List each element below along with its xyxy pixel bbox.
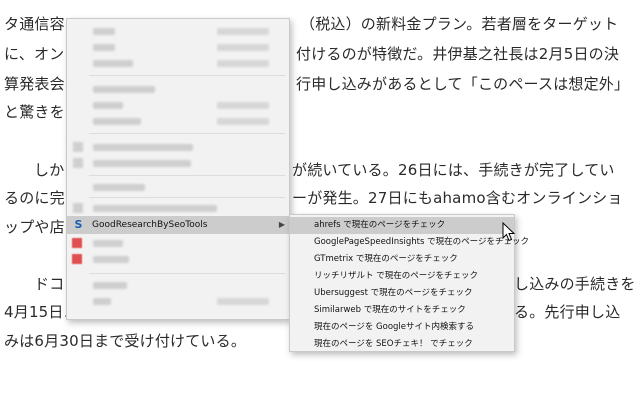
blurred-icon [73,203,83,213]
context-menu-item[interactable] [67,55,289,72]
article-line: 行申し込みがあるとして「このペースは想定外」 [296,75,630,93]
blurred-shortcut [217,28,269,35]
context-menu-item[interactable] [67,179,289,196]
blurred-label [93,240,123,247]
menu-item-label: GoodResearchBySeoTools [92,220,208,230]
menu-separator [89,273,285,274]
article-line: ーが発生。27日にもahamo含むオンラインショ [292,189,623,207]
context-menu-item[interactable] [67,39,289,56]
article-line: ップや店 [4,218,65,236]
blurred-shortcut [217,118,269,125]
article-line: るのに完 [4,189,65,207]
blurred-icon [73,158,83,168]
submenu-item-rich-results[interactable]: リッチリザルト で現在のページをチェック [290,268,514,285]
context-menu-item[interactable] [67,23,289,40]
context-menu: S GoodResearchBySeoTools ▶ [66,18,290,320]
article-line: タ通信容 [4,15,65,33]
blurred-shortcut [217,60,269,67]
article-line: 算発表会 [4,75,65,93]
blurred-icon [73,142,83,152]
blurred-label [93,184,145,191]
blurred-label [93,102,123,109]
article-line: に、オン [4,45,65,63]
article-line: （税込）の新料金プラン。若者層をターゲット [300,15,619,33]
submenu-item-seo-cheki[interactable]: 現在のページを SEOチェキ！ でチェック [290,336,514,353]
seotools-extension-icon: S [74,218,83,231]
article-line: る。先行申し込 [514,303,621,321]
menu-item-goodresearchbyseotools[interactable]: S GoodResearchBySeoTools ▶ [67,216,289,234]
context-menu-item[interactable] [67,113,289,130]
context-menu-item[interactable] [67,97,289,114]
mouse-cursor-icon [502,222,516,242]
article-line: と驚きを [4,103,65,121]
blurred-shortcut [217,102,269,109]
blurred-label [93,256,129,263]
context-menu-item[interactable] [67,81,289,98]
extension-icon [72,254,82,264]
blurred-label [93,298,111,305]
blurred-label [93,205,217,212]
blurred-label [93,44,115,51]
article-line: 付けるのが特徴だ。井伊基之社長は2月5日の決 [296,45,620,63]
blurred-label [93,28,115,35]
context-menu-item[interactable] [67,139,289,156]
blurred-label [93,144,193,151]
article-line: が続いている。26日には、手続きが完了してい [292,161,615,179]
blurred-label [93,282,127,289]
context-menu-item[interactable] [67,235,289,252]
menu-separator [89,133,285,134]
context-menu-item[interactable] [67,155,289,172]
context-menu-item[interactable] [67,293,289,310]
submenu-item-similarweb[interactable]: Similarweb で現在のサイトをチェック [290,302,514,319]
context-menu-item[interactable] [67,277,289,294]
blurred-shortcut [217,298,269,305]
menu-separator [89,197,285,198]
extension-icon [72,238,82,248]
submenu-item-ubersuggest[interactable]: Ubersuggest で現在のページをチェック [290,285,514,302]
menu-separator [89,75,285,76]
blurred-label [93,60,133,67]
blurred-label [93,160,191,167]
submenu-item-gtmetrix[interactable]: GTmetrix で現在のページをチェック [290,251,514,268]
submenu-item-ahrefs[interactable]: ahrefs で現在のページをチェック [290,217,514,234]
submenu-item-google-site-search[interactable]: 現在のページを Googleサイト内検索する [290,319,514,336]
submenu-arrow-icon: ▶ [278,220,285,229]
article-line: し込みの手続きを [514,275,636,293]
context-menu-item[interactable] [67,251,289,268]
context-menu-item[interactable] [67,200,289,217]
goodresearch-submenu: ahrefs で現在のページをチェック GooglePageSpeedInsig… [289,214,529,353]
article-line: みは6月30日まで受け付けている。 [4,332,247,350]
blurred-shortcut [217,44,269,51]
blurred-label [93,118,141,125]
submenu-item-pagespeed[interactable]: GooglePageSpeedInsights で現在のページをチェック [290,234,529,251]
menu-separator [89,175,285,176]
blurred-label [93,86,155,93]
